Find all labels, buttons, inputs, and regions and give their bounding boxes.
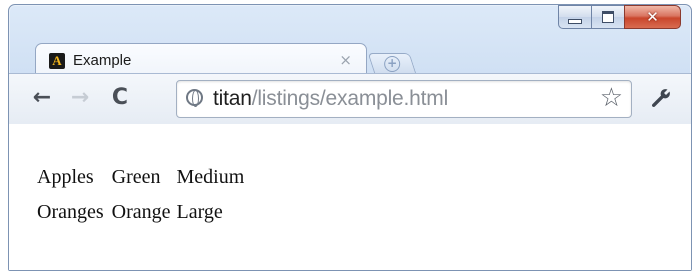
maximize-icon — [602, 11, 614, 23]
wrench-icon — [651, 89, 670, 108]
table-cell: Large — [176, 201, 223, 223]
address-bar[interactable]: titan/listings/example.html ☆ — [176, 80, 632, 118]
table-cell: Orange — [111, 201, 171, 223]
table-cell: Green — [111, 166, 161, 188]
toolbar: ← → C titan/listings/example.html ☆ — [9, 73, 691, 125]
close-icon: ✕ — [646, 8, 659, 26]
tab-title: Example — [73, 52, 132, 69]
table-cell: Medium — [176, 166, 245, 188]
close-window-button[interactable]: ✕ — [624, 5, 681, 29]
tab-example[interactable]: A Example × — [35, 43, 367, 74]
page-content: Apples Green Medium Oranges Orange Large — [9, 124, 691, 270]
tab-close-icon[interactable]: × — [339, 51, 352, 69]
back-button[interactable]: ← — [29, 85, 55, 111]
table-cell: Oranges — [37, 201, 104, 223]
url-host: titan — [213, 87, 252, 110]
minimize-icon — [568, 18, 582, 24]
window-controls: ✕ — [558, 5, 681, 29]
forward-button[interactable]: → — [67, 85, 93, 111]
table-cell: Apples — [37, 166, 94, 188]
table-row: Oranges Orange Large — [37, 201, 244, 236]
minimize-button[interactable] — [558, 5, 591, 29]
browser-window: ✕ A Example × + ← → C titan/listings/exa… — [8, 4, 692, 271]
url-text: titan/listings/example.html — [213, 87, 448, 111]
globe-icon — [186, 89, 203, 107]
wrench-menu-icon[interactable] — [647, 86, 675, 114]
reload-button[interactable]: C — [107, 85, 133, 111]
fruit-table: Apples Green Medium Oranges Orange Large — [35, 166, 246, 236]
new-tab-button[interactable]: + — [367, 53, 417, 74]
bookmark-star-icon[interactable]: ☆ — [600, 83, 623, 113]
table-row: Apples Green Medium — [37, 166, 244, 201]
favicon-icon: A — [49, 53, 65, 69]
url-path: /listings/example.html — [251, 87, 449, 110]
maximize-button[interactable] — [591, 5, 624, 29]
plus-icon: + — [384, 56, 401, 72]
